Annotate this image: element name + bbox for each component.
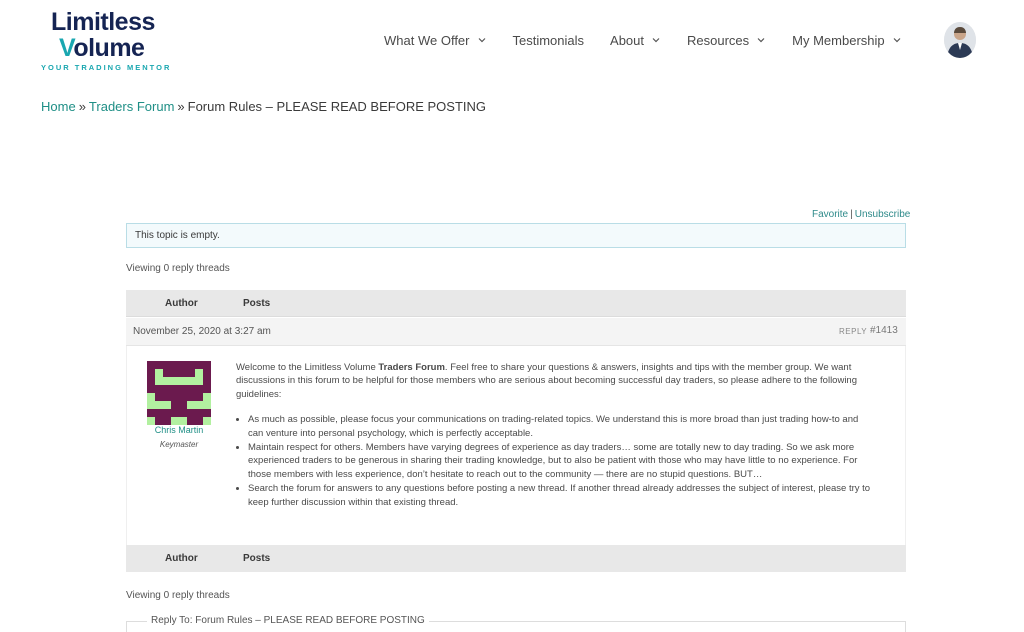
reply-form: Reply To: Forum Rules – PLEASE READ BEFO…: [126, 615, 906, 632]
user-photo-icon: [944, 22, 976, 58]
post-content: Welcome to the Limitless Volume Traders …: [236, 361, 876, 510]
guideline-item: Search the forum for answers to any ques…: [248, 482, 876, 509]
guideline-item: As much as possible, please focus your c…: [248, 413, 876, 440]
author-avatar[interactable]: [147, 361, 211, 425]
breadcrumb-separator: »: [78, 99, 86, 114]
logo-line1: Limitless: [51, 8, 155, 36]
breadcrumb-home[interactable]: Home: [41, 99, 76, 114]
main-nav: What We Offer Testimonials About Resources M…: [384, 31, 928, 49]
reply-form-legend: Reply To: Forum Rules – PLEASE READ BEFO…: [147, 615, 429, 626]
viewing-count: Viewing 0 reply threads: [126, 263, 230, 274]
col-posts: Posts: [243, 553, 271, 564]
chevron-down-icon: [757, 38, 765, 43]
favorite-link[interactable]: Favorite: [812, 209, 848, 220]
forum-name: Traders Forum: [378, 362, 445, 373]
post-body: Chris Martin Keymaster Welcome to the Li…: [126, 346, 906, 545]
identicon-icon: [147, 361, 211, 425]
chevron-down-icon: [652, 38, 660, 43]
breadcrumb: Home» Traders Forum» Forum Rules – PLEASE …: [41, 99, 486, 114]
table-header: Author Posts: [126, 290, 906, 317]
chevron-down-icon: [478, 38, 485, 43]
nav-item-my-membership[interactable]: My Membership: [792, 31, 901, 49]
logo-line2-rest: olume: [73, 34, 145, 62]
col-author: Author: [165, 298, 198, 309]
unsubscribe-link[interactable]: Unsubscribe: [855, 209, 911, 220]
chevron-down-icon: [893, 38, 901, 43]
topic-empty-notice: This topic is empty.: [126, 223, 906, 248]
col-author: Author: [165, 553, 198, 564]
table-footer: Author Posts: [126, 545, 906, 572]
user-avatar[interactable]: [944, 22, 976, 58]
post-meta: November 25, 2020 at 3:27 am REPLY #1413: [126, 318, 906, 346]
post-date: November 25, 2020 at 3:27 am: [133, 326, 271, 337]
breadcrumb-forum[interactable]: Traders Forum: [89, 99, 174, 114]
logo-tagline: YOUR TRADING MENTOR: [41, 63, 172, 72]
topic-actions: Favorite | Unsubscribe: [812, 209, 911, 220]
post-intro: Welcome to the Limitless Volume Traders …: [236, 362, 857, 400]
nav-item-label: What We Offer: [384, 32, 470, 48]
guideline-item: Maintain respect for others. Members hav…: [248, 441, 876, 481]
nav-item-what-we-offer[interactable]: What We Offer: [384, 31, 487, 49]
nav-item-resources[interactable]: Resources: [687, 31, 766, 49]
author-name[interactable]: Chris Martin: [141, 425, 217, 435]
nav-item-testimonials[interactable]: Testimonials: [513, 31, 585, 49]
nav-item-label: About: [610, 32, 645, 48]
nav-item-label: My Membership: [792, 32, 885, 48]
viewing-count: Viewing 0 reply threads: [126, 590, 230, 601]
logo-v: V: [59, 34, 74, 62]
breadcrumb-separator: »: [177, 99, 185, 114]
nav-item-label: Testimonials: [512, 32, 585, 48]
post-permalink[interactable]: #1413: [870, 325, 898, 336]
nav-item-about[interactable]: About: [610, 31, 661, 49]
nav-item-label: Resources: [687, 32, 750, 48]
site-logo[interactable]: Limitless Volume YOUR TRADING MENTOR: [40, 8, 190, 72]
author-role: Keymaster: [159, 440, 199, 449]
guidelines-list: As much as possible, please focus your c…: [236, 413, 876, 509]
logo-line2: Volume: [59, 34, 145, 62]
reply-link[interactable]: REPLY: [839, 327, 867, 336]
col-posts: Posts: [243, 298, 271, 309]
breadcrumb-current: Forum Rules – PLEASE READ BEFORE POSTING: [187, 99, 486, 114]
